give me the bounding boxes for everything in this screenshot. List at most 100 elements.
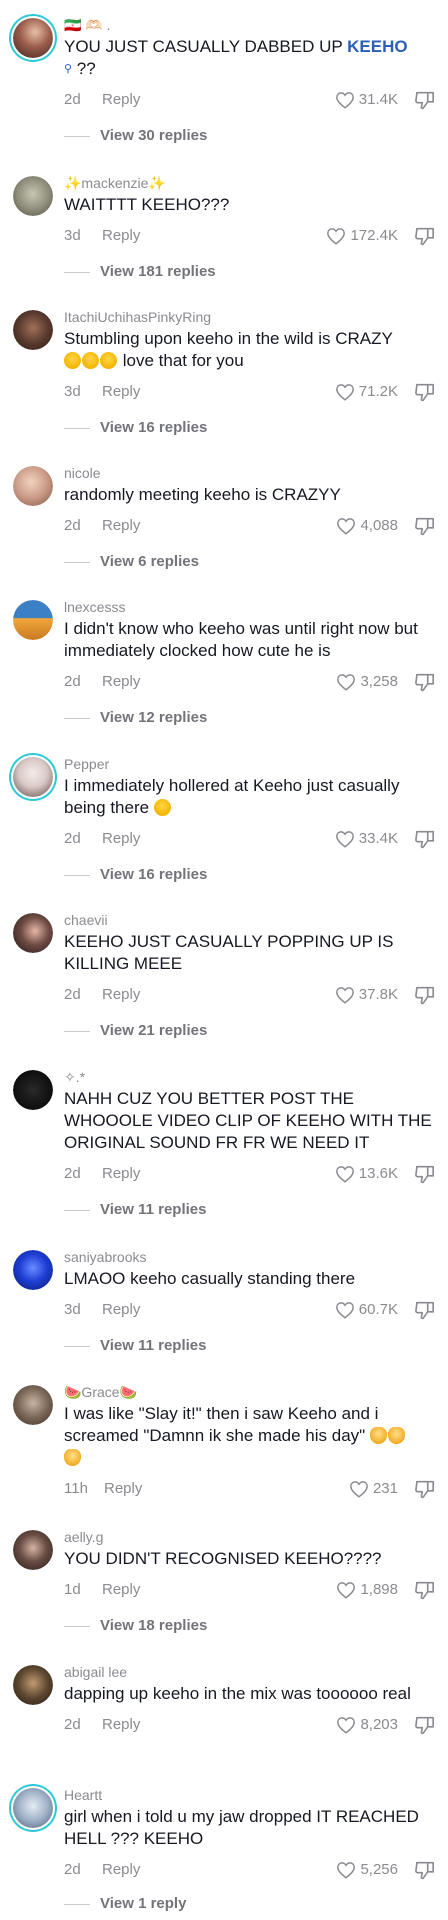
avatar[interactable] [13, 913, 53, 953]
view-replies-button[interactable]: View 11 replies [64, 1336, 436, 1356]
view-replies-button[interactable]: View 6 replies [64, 552, 436, 572]
search-icon[interactable]: ⚲ [64, 63, 72, 75]
avatar[interactable] [13, 176, 53, 216]
divider [64, 1346, 90, 1347]
view-replies-button[interactable]: View 1 reply [64, 1894, 436, 1914]
comment-text: dapping up keeho in the mix was toooooo … [64, 1684, 411, 1703]
avatar[interactable] [13, 1385, 53, 1425]
divider [64, 428, 90, 429]
dislike-icon[interactable] [414, 382, 436, 402]
reply-button[interactable]: Reply [102, 827, 140, 851]
reply-button[interactable]: Reply [102, 224, 140, 248]
heart-icon [335, 1302, 354, 1319]
heart-icon [335, 987, 354, 1004]
dislike-icon[interactable] [414, 829, 436, 849]
comment-text: WAITTTT KEEHO??? [64, 195, 230, 214]
like-button[interactable]: 5,256 [336, 1858, 398, 1882]
laughing-emoji-icon [100, 352, 117, 369]
avatar[interactable] [13, 1530, 53, 1570]
comment-meta: 2d Reply 31.4K [64, 88, 436, 112]
avatar[interactable] [13, 1788, 53, 1828]
dislike-icon[interactable] [414, 516, 436, 536]
username[interactable]: saniyabrooks [64, 1248, 436, 1266]
username[interactable]: lnexcesss [64, 598, 436, 616]
username[interactable]: 🇮🇷 🫶🏻 . [64, 16, 436, 34]
avatar[interactable] [13, 1250, 53, 1290]
avatar[interactable] [13, 310, 53, 350]
dislike-icon[interactable] [414, 90, 436, 110]
reply-button[interactable]: Reply [102, 983, 140, 1007]
like-button[interactable]: 13.6K [335, 1162, 398, 1186]
like-button[interactable]: 172.4K [326, 224, 398, 248]
like-button[interactable]: 3,258 [336, 670, 398, 694]
reply-button[interactable]: Reply [104, 1477, 142, 1501]
avatar[interactable] [13, 1665, 53, 1705]
like-button[interactable]: 60.7K [335, 1298, 398, 1322]
timestamp: 2d [64, 1165, 81, 1182]
avatar[interactable] [13, 757, 53, 797]
view-replies-button[interactable]: View 11 replies [64, 1200, 436, 1220]
mention-link[interactable]: KEEHO [347, 37, 407, 56]
view-replies-button[interactable]: View 181 replies [64, 262, 436, 282]
like-button[interactable]: 37.8K [335, 983, 398, 1007]
like-button[interactable]: 8,203 [336, 1713, 398, 1737]
username[interactable]: abigail lee [64, 1663, 436, 1681]
view-replies-button[interactable]: View 16 replies [64, 418, 436, 438]
reply-button[interactable]: Reply [102, 514, 140, 538]
avatar[interactable] [13, 466, 53, 506]
username[interactable]: ✨mackenzie✨ [64, 174, 436, 192]
username[interactable]: aelly.g [64, 1528, 436, 1546]
dislike-icon[interactable] [414, 1164, 436, 1184]
comment-meta: 2d Reply 8,203 [64, 1713, 436, 1737]
reply-button[interactable]: Reply [102, 380, 140, 404]
reply-button[interactable]: Reply [102, 670, 140, 694]
username[interactable]: Pepper [64, 755, 436, 773]
username[interactable]: nicole [64, 464, 436, 482]
laughing-emoji-icon [82, 352, 99, 369]
reply-button[interactable]: Reply [102, 1713, 140, 1737]
view-replies-button[interactable]: View 12 replies [64, 708, 436, 728]
view-replies-button[interactable]: View 21 replies [64, 1021, 436, 1041]
reply-button[interactable]: Reply [102, 1858, 140, 1882]
reply-button[interactable]: Reply [102, 1162, 140, 1186]
dislike-icon[interactable] [414, 1715, 436, 1735]
username[interactable]: ItachiUchihasPinkyRing [64, 308, 436, 326]
laughing-emoji-icon [153, 799, 171, 816]
comment-meta: 3d Reply 60.7K [64, 1298, 436, 1322]
comment-text: NAHH CUZ YOU BETTER POST THE WHOOOLE VID… [64, 1089, 432, 1152]
username[interactable]: chaevii [64, 911, 436, 929]
avatar[interactable] [13, 1070, 53, 1110]
like-button[interactable]: 71.2K [335, 380, 398, 404]
username[interactable]: 🍉Grace🍉 [64, 1383, 436, 1401]
dislike-icon[interactable] [414, 985, 436, 1005]
view-replies-button[interactable]: View 18 replies [64, 1616, 436, 1636]
avatar[interactable] [13, 18, 53, 58]
like-button[interactable]: 1,898 [336, 1578, 398, 1602]
like-button[interactable]: 4,088 [336, 514, 398, 538]
heart-icon [335, 384, 354, 401]
view-replies-button[interactable]: View 30 replies [64, 126, 436, 146]
like-button[interactable]: 33.4K [335, 827, 398, 851]
heart-icon [327, 228, 346, 245]
dislike-icon[interactable] [414, 226, 436, 246]
username[interactable]: Heartt [64, 1786, 436, 1804]
clapping-emoji-icon [387, 1427, 405, 1444]
comment-meta: 3d Reply 172.4K [64, 224, 436, 248]
dislike-icon[interactable] [414, 1300, 436, 1320]
avatar[interactable] [13, 600, 53, 640]
view-replies-button[interactable]: View 16 replies [64, 865, 436, 885]
timestamp: 2d [64, 986, 81, 1003]
timestamp: 11h [64, 1480, 88, 1497]
reply-button[interactable]: Reply [102, 1578, 140, 1602]
dislike-icon[interactable] [414, 1860, 436, 1880]
username[interactable]: ✧.* [64, 1068, 436, 1086]
reply-button[interactable]: Reply [102, 1298, 140, 1322]
reply-button[interactable]: Reply [102, 88, 140, 112]
dislike-icon[interactable] [414, 672, 436, 692]
like-button[interactable]: 31.4K [335, 88, 398, 112]
dislike-icon[interactable] [414, 1479, 436, 1499]
like-count: 33.4K [358, 830, 398, 847]
dislike-icon[interactable] [414, 1580, 436, 1600]
heart-icon [335, 1166, 354, 1183]
like-button[interactable]: 231 [349, 1477, 398, 1501]
